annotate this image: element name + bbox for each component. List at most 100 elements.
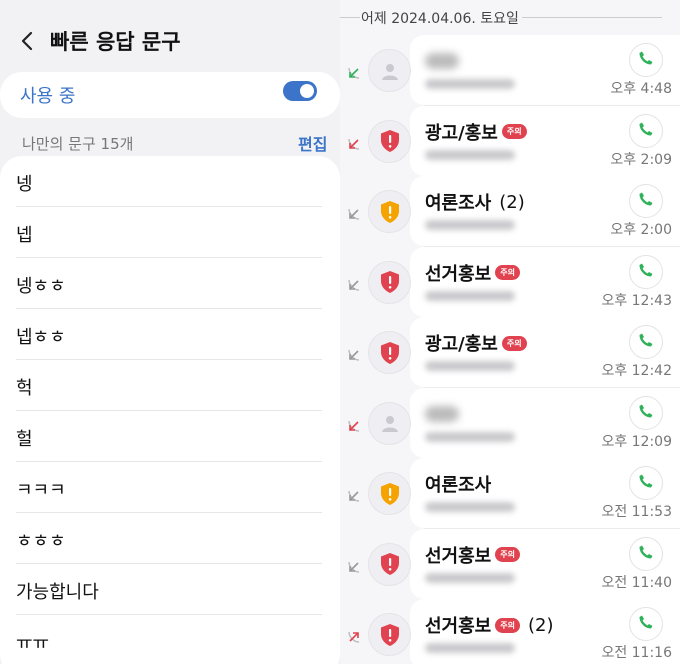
- redacted-number: [425, 502, 515, 512]
- list-item[interactable]: 가능합니다: [16, 564, 322, 615]
- caller-name-row: [425, 49, 459, 73]
- phone-icon: [638, 332, 654, 352]
- phrase-text: 가능합니다: [16, 582, 99, 603]
- list-item[interactable]: ㅋㅋㅋ: [16, 462, 322, 513]
- caller-name-row: 선거홍보 주의 (2): [425, 613, 554, 638]
- call-button[interactable]: [629, 607, 663, 641]
- call-button[interactable]: [629, 184, 663, 218]
- list-item[interactable]: 헉: [16, 360, 322, 411]
- caution-badge: 주의: [495, 617, 520, 633]
- caller-name-row: 광고/홍보 주의: [425, 331, 527, 355]
- redacted-name: [425, 405, 459, 422]
- spam-warning-shield-icon: [368, 190, 411, 233]
- list-item[interactable]: 넵: [16, 207, 322, 258]
- call-button[interactable]: [629, 43, 663, 77]
- list-item[interactable]: 헐: [16, 411, 322, 462]
- caller-name-row: [425, 402, 459, 426]
- phrase-text: ㅎㅎㅎ: [16, 531, 66, 552]
- caution-badge: 주의: [495, 547, 520, 562]
- redacted-number: [425, 290, 515, 301]
- list-item[interactable]: 넹: [16, 156, 322, 207]
- page-title: 빠른 응답 문구: [50, 30, 181, 54]
- list-item[interactable]: 넹ㅎㅎ: [16, 258, 322, 309]
- call-direction-icon: [347, 206, 361, 220]
- list-item[interactable]: ㅎㅎㅎ: [16, 513, 322, 564]
- back-button[interactable]: [14, 28, 40, 54]
- caller-label: 선거홍보: [425, 545, 492, 567]
- call-log-row[interactable]: 광고/홍보 주의 오후 2:09: [340, 105, 680, 177]
- call-direction-icon: [347, 65, 361, 79]
- spam-warning-shield-icon: [368, 472, 411, 515]
- call-direction-icon: [347, 418, 361, 432]
- call-button[interactable]: [629, 395, 663, 430]
- call-direction-icon: [347, 347, 361, 361]
- contact-avatar-icon: [368, 401, 411, 445]
- phone-icon: [638, 614, 654, 634]
- date-header: 어제 2024.04.06. 토요일: [361, 11, 519, 27]
- call-button[interactable]: [629, 254, 663, 289]
- divider: [522, 17, 662, 18]
- call-time: 오후 2:09: [610, 151, 672, 168]
- caution-badge: 주의: [495, 265, 520, 280]
- caution-badge: 주의: [501, 124, 527, 139]
- spam-warning-shield-icon: [368, 331, 411, 374]
- call-direction-icon: [347, 559, 361, 573]
- phrase-text: 넵ㅎㅎ: [16, 327, 66, 348]
- call-button[interactable]: [629, 113, 663, 148]
- caller-label: 광고/홍보: [425, 334, 498, 355]
- phrase-text: 헉: [16, 378, 33, 399]
- redacted-number: [425, 361, 515, 371]
- call-log-row[interactable]: 오후 4:48: [340, 35, 680, 106]
- list-item[interactable]: ㅠㅠ: [16, 615, 322, 664]
- call-log-row[interactable]: 광고/홍보 주의 오후 12:42: [340, 317, 680, 388]
- call-log-row[interactable]: 여론조사 (2) 오후 2:00: [340, 176, 680, 247]
- call-count: (2): [499, 191, 525, 213]
- redacted-number: [425, 643, 515, 653]
- caller-label: 광고/홍보: [425, 122, 498, 144]
- spam-warning-shield-icon: [368, 260, 411, 304]
- edit-button[interactable]: 편집: [298, 131, 327, 155]
- spam-warning-shield-icon: [368, 119, 411, 163]
- call-direction-icon: [347, 629, 361, 643]
- phone-icon: [638, 403, 654, 423]
- call-button[interactable]: [629, 325, 663, 359]
- call-button[interactable]: [629, 536, 663, 571]
- call-count: (2): [527, 614, 554, 636]
- caller-label: 선거홍보: [425, 616, 492, 637]
- call-time: 오후 12:42: [601, 363, 672, 379]
- divider: [340, 17, 360, 18]
- call-log-row[interactable]: 여론조사 오전 11:53: [340, 458, 680, 529]
- phrase-text: 넵: [16, 225, 33, 246]
- call-time: 오전 11:40: [601, 574, 672, 591]
- caller-name-row: 여론조사: [425, 472, 491, 496]
- phrase-text: ㅋㅋㅋ: [16, 480, 66, 501]
- call-log-row[interactable]: 선거홍보 주의 (2) 오전 11:16: [340, 599, 680, 664]
- phrase-text: 헐: [16, 429, 33, 450]
- call-time: 오후 12:43: [601, 292, 672, 309]
- usage-switch[interactable]: [283, 81, 317, 101]
- contact-avatar-icon: [368, 49, 411, 92]
- call-log-row[interactable]: 선거홍보 주의 오후 12:43: [340, 246, 680, 318]
- phone-icon: [638, 544, 654, 564]
- call-button[interactable]: [629, 466, 663, 500]
- spam-warning-shield-icon: [368, 613, 411, 656]
- quick-reply-settings-panel: 빠른 응답 문구 사용 중 나만의 문구 15개 편집 넹 넵 넹ㅎㅎ 넵ㅎㅎ …: [0, 0, 340, 664]
- phrase-text: 넹ㅎㅎ: [16, 276, 66, 297]
- usage-toggle-label: 사용 중: [20, 86, 76, 107]
- call-time: 오후 4:48: [610, 81, 672, 97]
- call-direction-icon: [347, 277, 361, 291]
- caller-name-row: 선거홍보 주의: [425, 543, 520, 567]
- list-item[interactable]: 넵ㅎㅎ: [16, 309, 322, 360]
- caller-label: 여론조사: [425, 475, 492, 496]
- caller-name-row: 여론조사 (2): [425, 190, 525, 215]
- call-time: 오전 11:53: [601, 504, 672, 520]
- phone-icon: [638, 191, 654, 211]
- redacted-number: [425, 79, 515, 89]
- split-screen: 빠른 응답 문구 사용 중 나만의 문구 15개 편집 넹 넵 넹ㅎㅎ 넵ㅎㅎ …: [0, 0, 680, 664]
- phrase-text: ㅠㅠ: [16, 633, 50, 654]
- call-log-row[interactable]: 오후 12:09: [340, 387, 680, 459]
- caller-label: 선거홍보: [425, 263, 492, 285]
- call-log-row[interactable]: 선거홍보 주의 오전 11:40: [340, 528, 680, 600]
- redacted-number: [425, 220, 515, 230]
- phrase-count-label: 나만의 문구 15개: [22, 135, 134, 153]
